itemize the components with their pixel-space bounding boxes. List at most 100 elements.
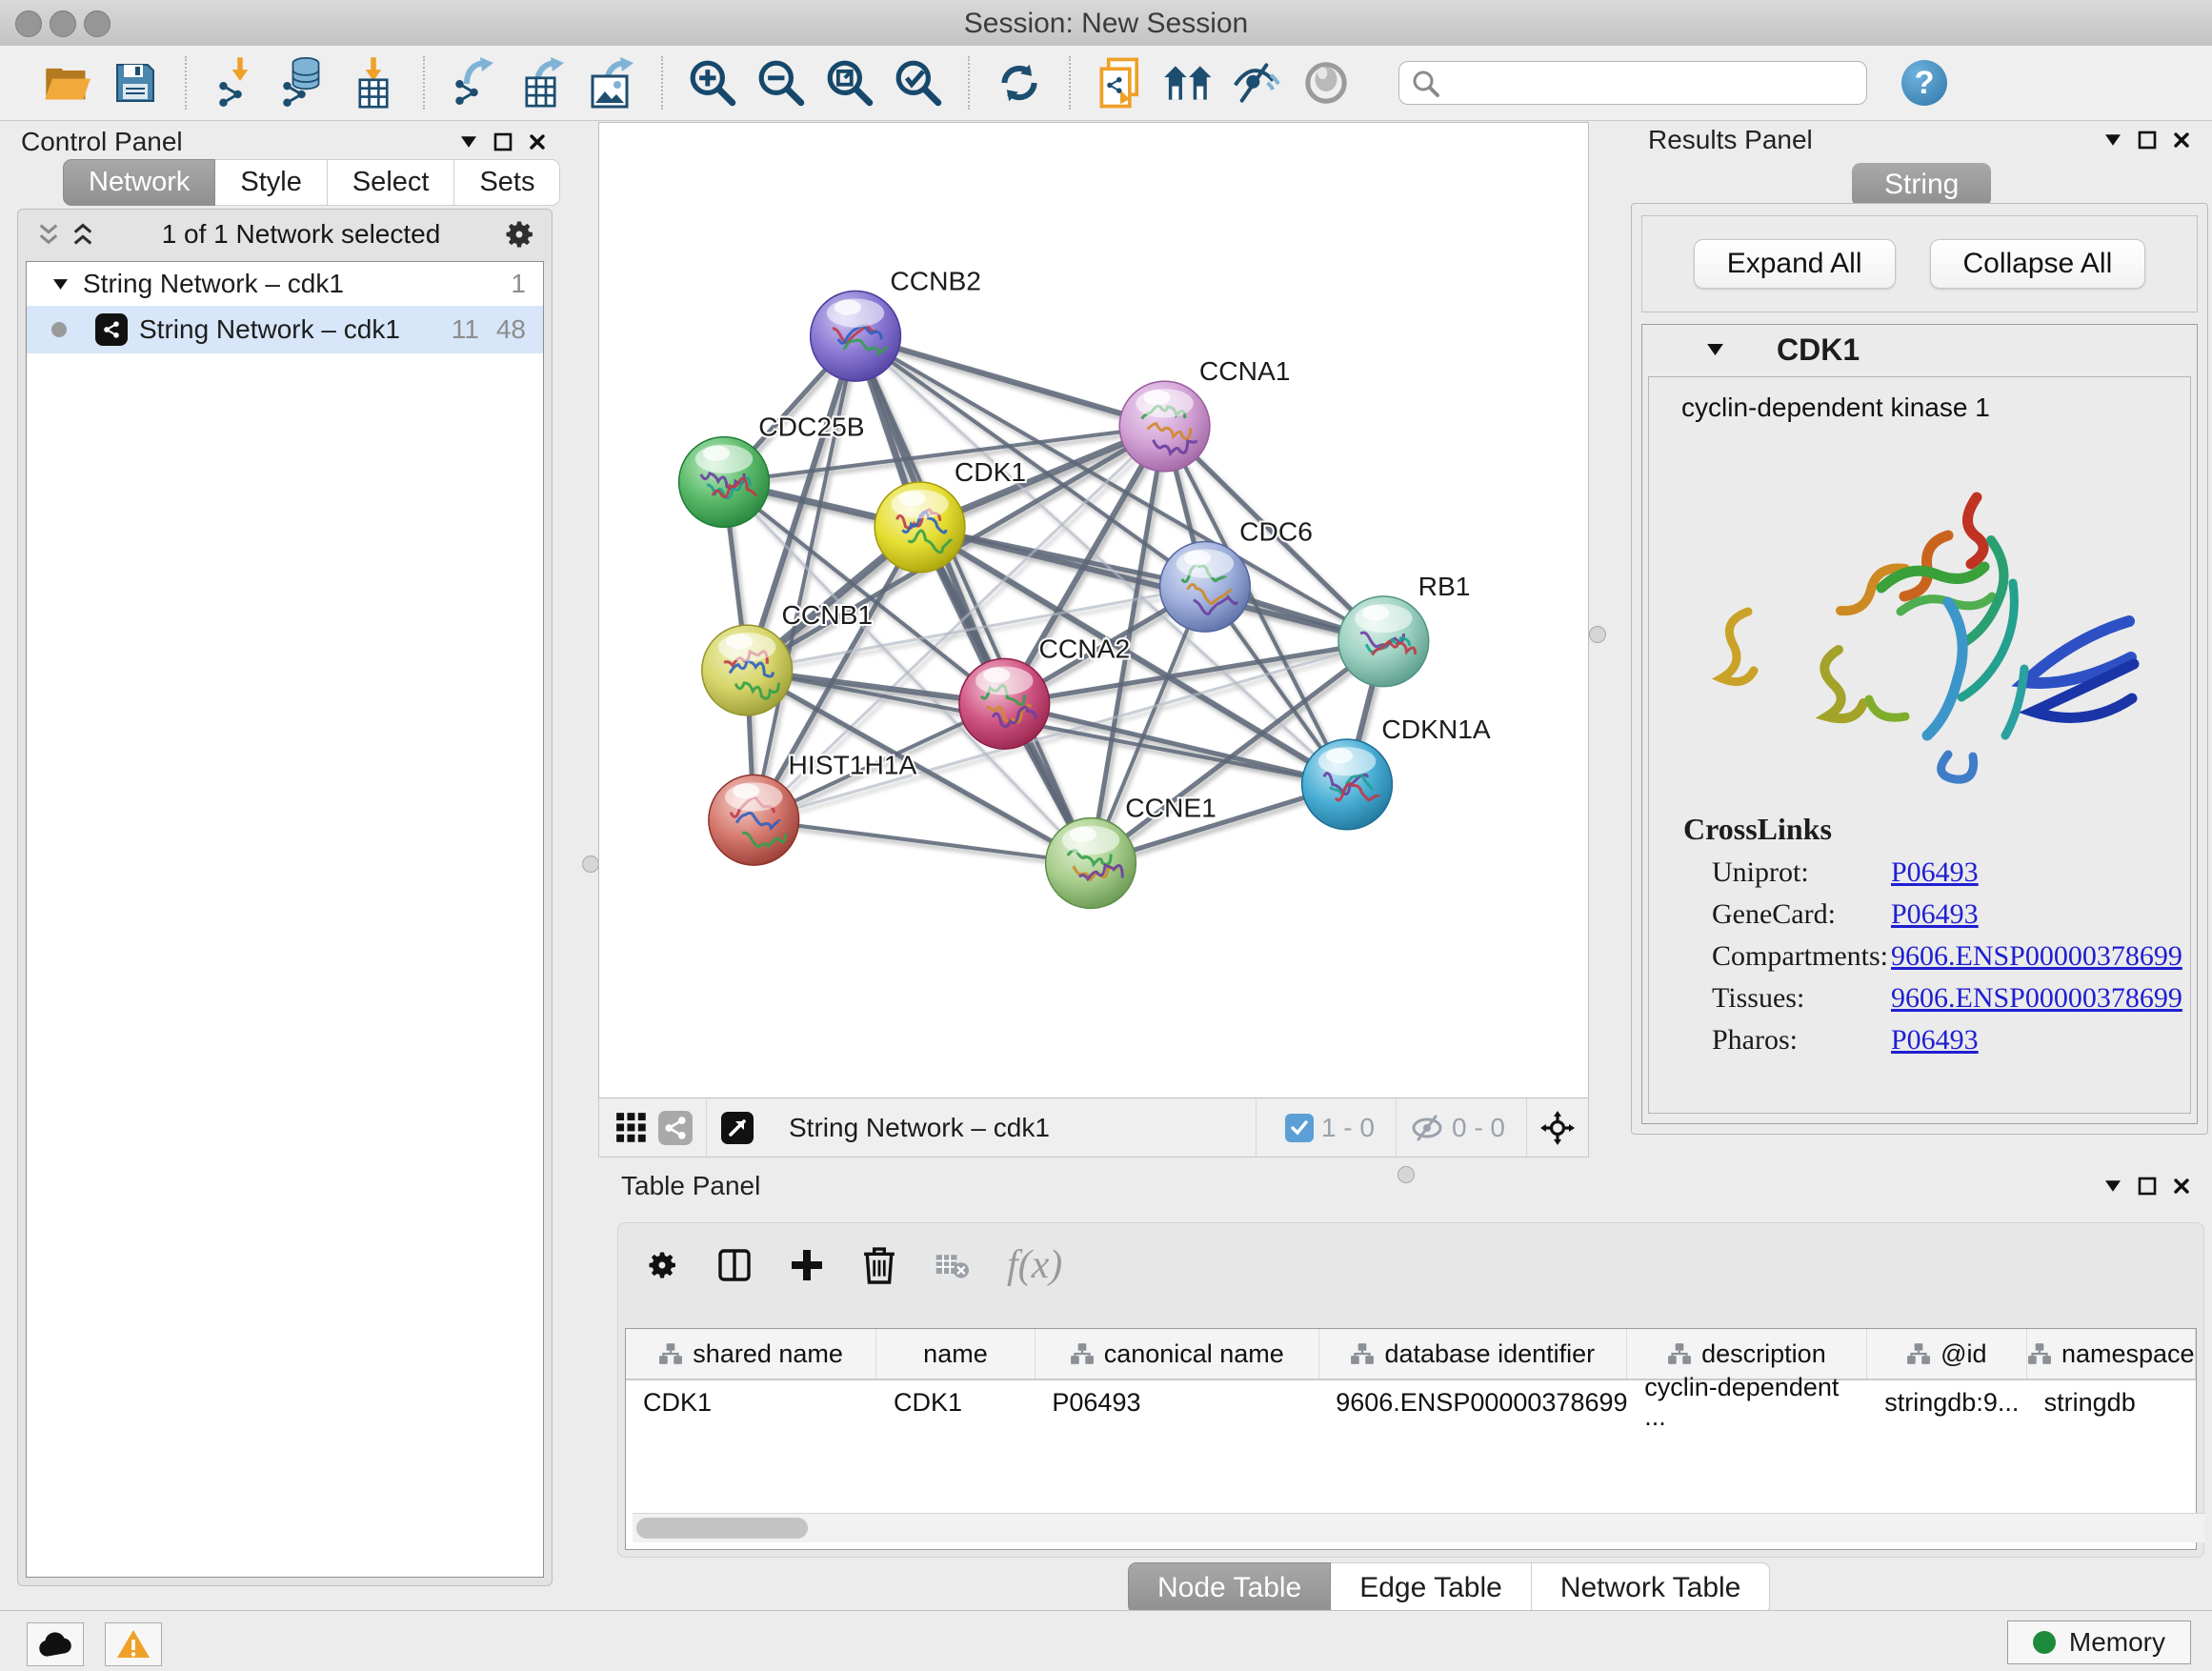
edge[interactable]	[754, 336, 855, 820]
network-view-canvas[interactable]: CCNB2CCNA1CDC25BCDK1CDC6RB1CCNB1CCNA2CDK…	[598, 122, 1589, 1098]
column-header--id[interactable]: @id	[1867, 1329, 2027, 1379]
node-ccne1[interactable]: CCNE1	[1046, 793, 1217, 909]
tab-string[interactable]: String	[1852, 163, 1991, 207]
search-input[interactable]	[1398, 61, 1867, 105]
memory-status-dot	[2033, 1631, 2056, 1654]
column-header-description[interactable]: description	[1627, 1329, 1867, 1379]
fit-content-crosshair-icon[interactable]	[1540, 1114, 1575, 1142]
column-header-canonical-name[interactable]: canonical name	[1036, 1329, 1319, 1379]
tab-select[interactable]: Select	[328, 159, 455, 206]
warnings-button[interactable]	[105, 1622, 162, 1666]
edge[interactable]	[855, 336, 1165, 427]
zoom-in-button[interactable]	[685, 55, 740, 111]
close-panel-icon[interactable]	[2164, 126, 2199, 154]
scrollbar-thumb[interactable]	[636, 1518, 808, 1539]
cell[interactable]: cyclin-dependent ...	[1627, 1380, 1867, 1424]
add-column-icon[interactable]	[790, 1251, 824, 1279]
export-network-button[interactable]	[447, 55, 502, 111]
tab-style[interactable]: Style	[215, 159, 327, 206]
hide-selected-button[interactable]	[1230, 55, 1285, 111]
zoom-selected-button[interactable]	[891, 55, 946, 111]
collapse-panel-icon[interactable]	[2096, 126, 2130, 154]
cloud-status-button[interactable]	[27, 1622, 84, 1666]
table-options-gear-icon[interactable]	[645, 1251, 679, 1279]
zoom-fit-button[interactable]	[822, 55, 877, 111]
cell[interactable]: CDK1	[876, 1380, 1035, 1424]
birds-eye-view-icon[interactable]	[720, 1114, 754, 1142]
column-header-shared-name[interactable]: shared name	[626, 1329, 876, 1379]
table-row[interactable]: CDK1CDK1P064939606.ENSP00000378699cyclin…	[626, 1380, 2196, 1424]
collapse-panel-icon[interactable]	[2096, 1172, 2130, 1200]
tab-network[interactable]: Network	[63, 159, 215, 206]
crosslink-value-link[interactable]: P06493	[1891, 1024, 1979, 1057]
show-columns-icon[interactable]	[717, 1251, 752, 1279]
table-horizontal-scrollbar[interactable]	[633, 1513, 2204, 1542]
cell[interactable]: CDK1	[626, 1380, 876, 1424]
cell[interactable]: stringdb	[2027, 1380, 2196, 1424]
column-header-namespace[interactable]: namespace	[2027, 1329, 2196, 1379]
cell[interactable]: P06493	[1035, 1380, 1318, 1424]
node-cdk1[interactable]: CDK1	[875, 456, 1026, 573]
crosslink-value-link[interactable]: P06493	[1891, 898, 1979, 931]
cell[interactable]: 9606.ENSP00000378699	[1318, 1380, 1627, 1424]
column-header-name[interactable]: name	[876, 1329, 1036, 1379]
tab-edge-table[interactable]: Edge Table	[1331, 1562, 1532, 1614]
import-network-from-database-button[interactable]	[277, 55, 332, 111]
tab-sets[interactable]: Sets	[454, 159, 560, 206]
hidden-eye-icon[interactable]	[1410, 1114, 1444, 1142]
export-table-button[interactable]	[515, 55, 571, 111]
close-panel-icon[interactable]	[520, 128, 554, 156]
gene-section-header[interactable]: CDK1	[1642, 325, 2197, 374]
import-table-button[interactable]	[346, 55, 401, 111]
gene-collapse-icon[interactable]	[1707, 344, 1723, 355]
grid-view-icon[interactable]	[614, 1114, 649, 1142]
tab-node-table[interactable]: Node Table	[1128, 1562, 1331, 1614]
network-row[interactable]: String Network – cdk1 11 48	[27, 306, 543, 353]
column-header-database-identifier[interactable]: database identifier	[1319, 1329, 1627, 1379]
edge[interactable]	[754, 820, 1091, 863]
node-cdkn1a[interactable]: CDKN1A	[1302, 714, 1491, 830]
delete-column-icon[interactable]	[862, 1251, 896, 1279]
right-splitter-handle[interactable]	[1589, 626, 1606, 643]
edge[interactable]	[855, 336, 1091, 863]
selected-nodes-checkbox[interactable]	[1285, 1114, 1314, 1142]
crosslink-value-link[interactable]: 9606.ENSP00000378699	[1891, 940, 2182, 973]
expand-all-button[interactable]: Expand All	[1694, 239, 1896, 289]
share-view-icon[interactable]	[658, 1114, 693, 1142]
crosslink-value-link[interactable]: 9606.ENSP00000378699	[1891, 982, 2182, 1015]
show-all-nodes-button[interactable]	[1161, 55, 1217, 111]
zoom-out-button[interactable]	[754, 55, 809, 111]
show-hidden-button[interactable]	[1298, 55, 1354, 111]
node-rb1[interactable]: RB1	[1338, 571, 1471, 687]
string-network-graph[interactable]: CCNB2CCNA1CDC25BCDK1CDC6RB1CCNB1CCNA2CDK…	[599, 123, 1588, 1097]
control-panel-title: Control Panel	[21, 127, 183, 157]
node-hist1h1a[interactable]: HIST1H1A	[709, 749, 917, 865]
float-panel-icon[interactable]	[2130, 1172, 2164, 1200]
network-collection-row[interactable]: String Network – cdk1 1	[27, 262, 543, 306]
network-options-gear-icon[interactable]	[502, 220, 536, 249]
open-session-button[interactable]	[39, 55, 94, 111]
export-image-button[interactable]	[584, 55, 639, 111]
memory-label: Memory	[2069, 1627, 2165, 1658]
cell[interactable]: stringdb:9...	[1867, 1380, 2026, 1424]
node-ccna1[interactable]: CCNA1	[1119, 355, 1290, 472]
save-session-button[interactable]	[108, 55, 163, 111]
help-button[interactable]: ?	[1901, 60, 1947, 106]
crosslink-value-link[interactable]: P06493	[1891, 856, 1979, 889]
collection-expand-icon[interactable]	[53, 279, 68, 290]
float-panel-icon[interactable]	[2130, 126, 2164, 154]
close-panel-icon[interactable]	[2164, 1172, 2199, 1200]
import-network-button[interactable]	[209, 55, 264, 111]
apply-layout-button[interactable]	[992, 55, 1047, 111]
float-panel-icon[interactable]	[486, 128, 520, 156]
clone-network-button[interactable]	[1093, 55, 1148, 111]
edge[interactable]	[920, 527, 1384, 641]
collapse-all-button[interactable]: Collapse All	[1930, 239, 2146, 289]
node-label: CCNE1	[1125, 793, 1217, 823]
expand-all-networks-icon[interactable]	[66, 220, 100, 249]
collapse-panel-icon[interactable]	[452, 128, 486, 156]
memory-button[interactable]: Memory	[2007, 1621, 2191, 1664]
left-splitter-handle[interactable]	[582, 856, 599, 873]
tab-network-table[interactable]: Network Table	[1532, 1562, 1771, 1614]
collapse-all-networks-icon[interactable]	[31, 220, 66, 249]
